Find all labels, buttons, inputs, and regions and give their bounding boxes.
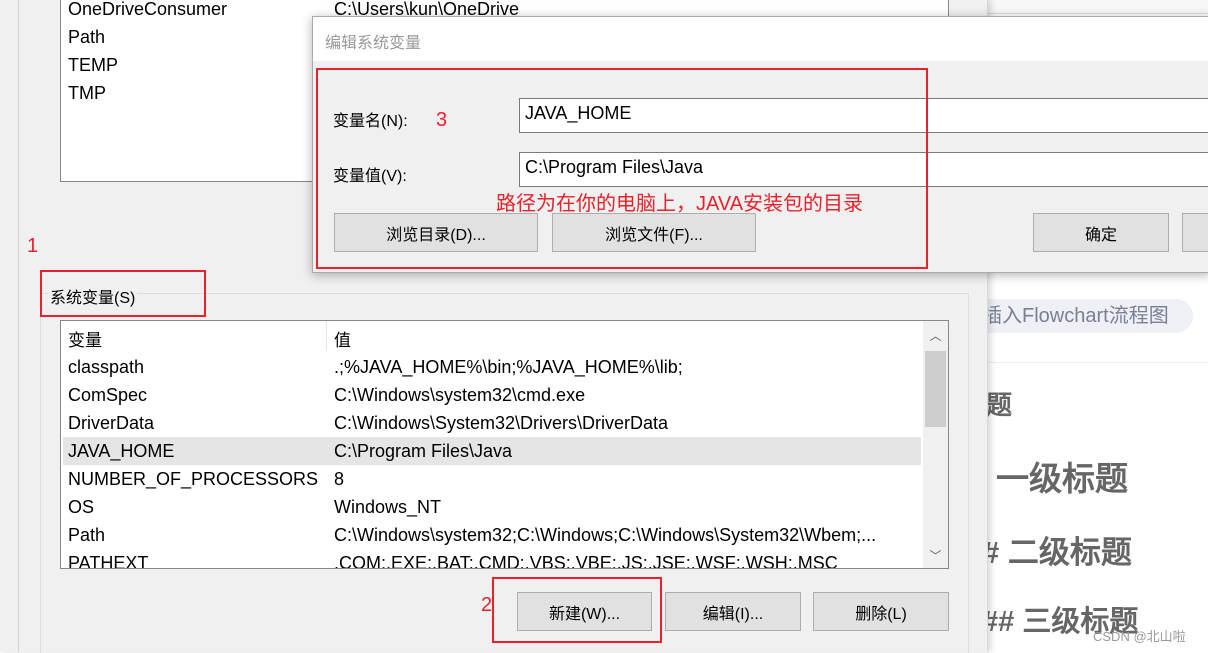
heading-fragment: 题 (986, 390, 1013, 420)
insert-flowchart-pill[interactable]: 插入Flowchart流程图 (968, 299, 1193, 333)
scroll-down-icon[interactable]: ﹀ (923, 547, 948, 564)
annotation-note: 路径为在你的电脑上，JAVA安装包的目录 (496, 193, 864, 215)
dialog-title: 编辑系统变量 (313, 17, 1208, 61)
table-row[interactable]: Path C:\Windows\system32;C:\Windows;C:\Wi… (63, 521, 921, 549)
scroll-thumb[interactable] (925, 351, 946, 427)
watermark: CSDN @北山啦 (1093, 629, 1186, 644)
scroll-up-icon[interactable]: ︿ (923, 327, 948, 344)
table-row[interactable]: DriverData C:\Windows\System32\Drivers\Dr… (63, 409, 921, 437)
edit-button[interactable]: 编辑(I)... (665, 592, 801, 631)
table-row[interactable]: PATHEXT .COM;.EXE;.BAT;.CMD;.VBS;.VBE;.JS… (63, 549, 921, 568)
table-row[interactable]: NUMBER_OF_PROCESSORS 8 (63, 465, 921, 493)
scrollbar[interactable]: ︿ ﹀ (923, 321, 948, 568)
annotation-box-system-vars (40, 270, 206, 317)
annotation-step-2: 2 (481, 594, 493, 616)
table-row[interactable]: ComSpec C:\Windows\system32\cmd.exe (63, 381, 921, 409)
column-header-name[interactable]: 变量 (61, 321, 327, 351)
annotation-box-new (492, 577, 662, 643)
annotation-step-3: 3 (436, 109, 448, 131)
annotation-step-1: 1 (27, 235, 39, 257)
ok-button[interactable]: 确定 (1033, 213, 1169, 252)
table-row[interactable]: classpath .;%JAVA_HOME%\bin;%JAVA_HOME%\l… (63, 353, 921, 381)
system-variables-list[interactable]: 变量 值 classpath .;%JAVA_HOME%\bin;%JAVA_HO… (60, 320, 949, 569)
cancel-button[interactable] (1182, 213, 1208, 252)
delete-button[interactable]: 删除(L) (813, 592, 949, 631)
annotation-box-dialog (316, 68, 928, 269)
heading-h2: # 二级标题 (982, 535, 1132, 570)
table-row[interactable]: OS Windows_NT (63, 493, 921, 521)
column-header-value[interactable]: 值 (327, 321, 923, 351)
table-row-selected[interactable]: JAVA_HOME C:\Program Files\Java (63, 437, 921, 465)
heading-h1: 一级标题 (996, 460, 1128, 497)
